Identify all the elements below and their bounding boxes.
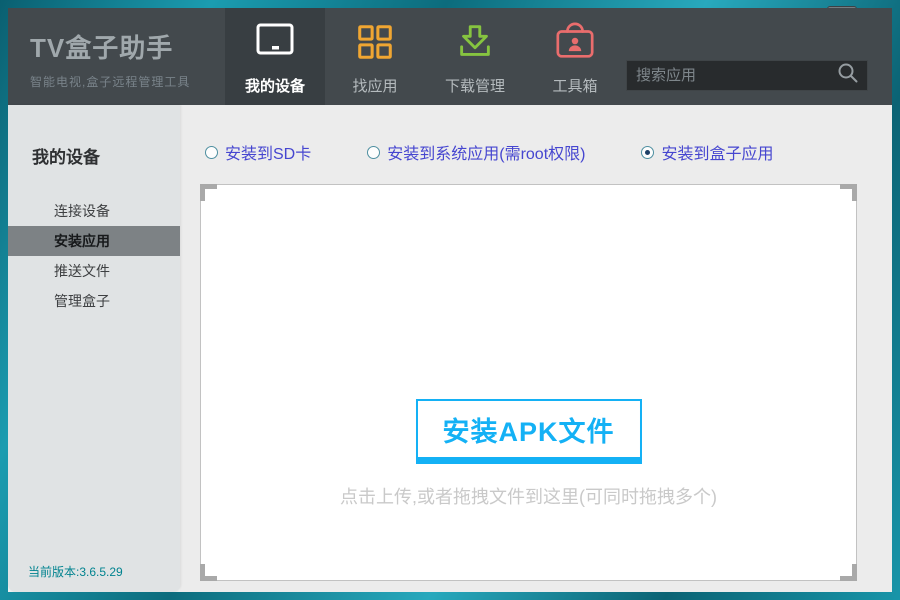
sidebar-menu: 连接设备 安装应用 推送文件 管理盒子	[8, 196, 180, 316]
version-label: 当前版本:3.6.5.29	[28, 563, 123, 580]
corner-mark	[840, 184, 857, 201]
download-icon	[454, 21, 496, 68]
radio-install-sdcard[interactable]: 安装到SD卡	[205, 140, 311, 164]
toolbox-icon	[554, 21, 596, 68]
radio-icon	[205, 146, 218, 159]
sidebar-item-connect-device[interactable]: 连接设备	[8, 196, 180, 226]
search-box[interactable]	[626, 60, 868, 91]
dropzone-hint: 点击上传,或者拖拽文件到这里(可同时拖拽多个)	[201, 483, 856, 509]
nav-tab-find-apps[interactable]: 找应用	[325, 8, 425, 105]
app-subtitle: 智能电视,盒子远程管理工具	[30, 73, 225, 90]
sidebar-title: 我的设备	[32, 143, 180, 168]
sidebar: 我的设备 连接设备 安装应用 推送文件 管理盒子 当前版本:3.6.5.29	[8, 105, 180, 592]
sidebar-item-push-file[interactable]: 推送文件	[8, 256, 180, 286]
corner-mark	[200, 564, 217, 581]
radio-install-box-app[interactable]: 安装到盒子应用	[641, 140, 773, 164]
install-apk-button[interactable]: 安装APK文件	[415, 399, 641, 464]
nav-tab-download-manager[interactable]: 下载管理	[425, 8, 525, 105]
radio-label: 安装到盒子应用	[661, 140, 773, 164]
body-row: 我的设备 连接设备 安装应用 推送文件 管理盒子 当前版本:3.6.5.29 安…	[8, 105, 892, 592]
radio-label: 安装到SD卡	[225, 140, 311, 164]
radio-icon	[641, 146, 654, 159]
main-nav: 我的设备 找应用	[225, 8, 625, 105]
content-panel: 安装到SD卡 安装到系统应用(需root权限) 安装到盒子应用 安装APK文件 …	[180, 105, 892, 592]
nav-tab-my-devices[interactable]: 我的设备	[225, 8, 325, 105]
apk-dropzone[interactable]: 安装APK文件 点击上传,或者拖拽文件到这里(可同时拖拽多个)	[200, 184, 857, 581]
monitor-icon	[253, 19, 297, 68]
search-input[interactable]	[636, 67, 837, 84]
install-target-options: 安装到SD卡 安装到系统应用(需root权限) 安装到盒子应用	[205, 140, 892, 164]
main-window: TV盒子助手 智能电视,盒子远程管理工具 我的设备	[8, 8, 892, 592]
app-grid-icon	[354, 21, 396, 68]
corner-mark	[840, 564, 857, 581]
nav-label: 我的设备	[245, 75, 305, 96]
corner-mark	[200, 184, 217, 201]
search-icon[interactable]	[837, 62, 859, 89]
sidebar-item-install-app[interactable]: 安装应用	[8, 226, 180, 256]
app-window: { "window": { "screenshot_label": "截图" }…	[0, 0, 900, 600]
app-title: TV盒子助手	[30, 28, 225, 65]
radio-install-system-app[interactable]: 安装到系统应用(需root权限)	[367, 140, 585, 164]
nav-label: 下载管理	[445, 75, 505, 96]
nav-tab-toolbox[interactable]: 工具箱	[525, 8, 625, 105]
header: TV盒子助手 智能电视,盒子远程管理工具 我的设备	[8, 8, 892, 105]
nav-label: 工具箱	[552, 75, 597, 96]
sidebar-item-manage-box[interactable]: 管理盒子	[8, 286, 180, 316]
radio-label: 安装到系统应用(需root权限)	[387, 140, 585, 164]
nav-label: 找应用	[352, 75, 397, 96]
app-logo: TV盒子助手 智能电视,盒子远程管理工具	[8, 8, 225, 105]
radio-icon	[367, 146, 380, 159]
